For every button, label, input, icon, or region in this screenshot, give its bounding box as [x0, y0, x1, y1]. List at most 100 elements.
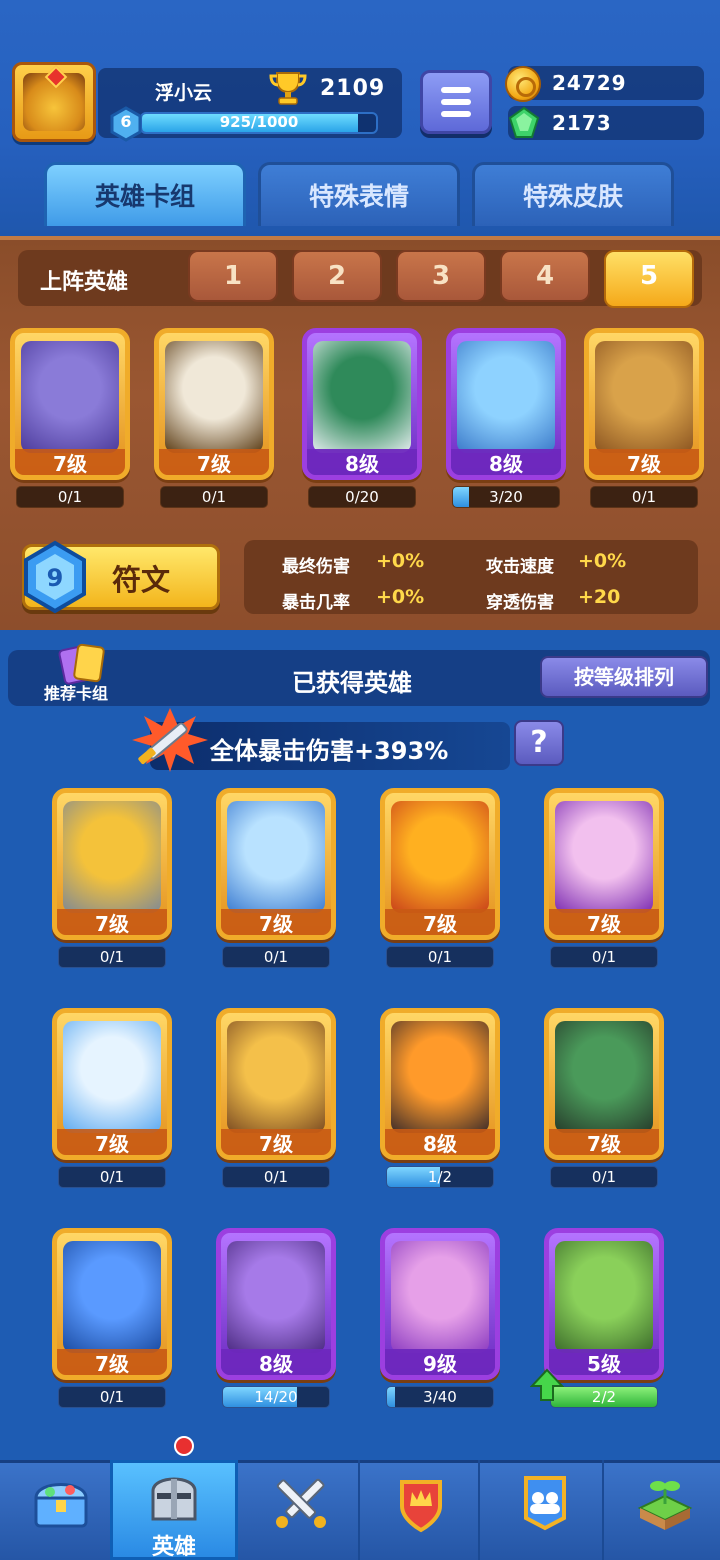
player-avatar[interactable]: [12, 62, 96, 142]
trophy-count: 2109: [320, 76, 386, 101]
hero-level: 7级: [57, 1349, 167, 1375]
hero-card[interactable]: 8级 3/20: [446, 328, 566, 508]
hero-card-frame: 5级: [544, 1228, 664, 1380]
hero-card-progress: 3/20: [452, 486, 560, 508]
player-level: 6: [120, 112, 132, 131]
stat-crit-chance-label: 暴击几率: [282, 593, 350, 613]
cowboy-hero-icon: [227, 1021, 325, 1133]
hero-card-progress-text: 0/1: [99, 948, 125, 966]
crown-shield-icon: [400, 1480, 442, 1533]
pumpkin-hero-icon: [391, 801, 489, 913]
hero-card[interactable]: 8级 1/2: [380, 1008, 500, 1188]
lineup-slot-1[interactable]: 1: [188, 250, 278, 302]
hero-card[interactable]: 9级 3/40: [380, 1228, 500, 1408]
collection-title: 已获得英雄: [292, 669, 412, 697]
hero-card-frame: 7级: [544, 788, 664, 940]
guild-banner-icon: [524, 1476, 566, 1531]
hero-card[interactable]: 7级 0/1: [52, 1228, 172, 1408]
hero-card-frame: 7级: [52, 1008, 172, 1160]
nav-battle[interactable]: [240, 1460, 360, 1560]
lineup-slot-5[interactable]: 5: [604, 250, 694, 308]
nav-heroes[interactable]: 英雄: [110, 1460, 238, 1560]
svg-text:9: 9: [47, 564, 64, 592]
hero-level: 7级: [57, 909, 167, 935]
coin-count: 24729: [552, 71, 627, 95]
avatar-portrait: [23, 73, 85, 131]
nav-garden[interactable]: [604, 1460, 720, 1560]
hero-card[interactable]: 7级 0/1: [544, 788, 664, 968]
hero-card-frame: 7级: [380, 788, 500, 940]
hero-card-progress: 3/40: [386, 1386, 494, 1408]
menu-icon: [441, 87, 471, 93]
trophy-icon: [269, 72, 307, 105]
hero-card-progress: 0/1: [58, 1386, 166, 1408]
nav-guild[interactable]: [484, 1460, 604, 1560]
hero-card[interactable]: 7级 0/1: [154, 328, 274, 508]
hero-card-frame: 8级: [446, 328, 566, 480]
ice-warrior-hero-icon: [457, 341, 555, 453]
hero-card-progress: 0/1: [16, 486, 124, 508]
hero-card-progress: 2/2: [550, 1386, 658, 1408]
hero-card-progress-text: 0/1: [57, 488, 83, 506]
lineup-label: 上阵英雄: [40, 270, 129, 295]
tab-hero-deck[interactable]: 英雄卡组: [44, 162, 246, 226]
hero-level: 7级: [57, 1129, 167, 1155]
lineup-slot-3[interactable]: 3: [396, 250, 486, 302]
octopus-pirate-hero-icon: [21, 341, 119, 453]
hero-level: 9级: [385, 1349, 495, 1375]
hero-card[interactable]: 8级 14/20: [216, 1228, 336, 1408]
hero-card-progress-text: 0/20: [345, 488, 379, 506]
tab-special-skins[interactable]: 特殊皮肤: [472, 162, 674, 226]
gem-count: 2173: [552, 111, 612, 135]
hero-card-progress-text: 0/1: [427, 948, 453, 966]
stat-final-damage-label: 最终伤害: [282, 557, 350, 577]
help-button[interactable]: ?: [514, 720, 564, 766]
lineup-slot-4[interactable]: 4: [500, 250, 590, 302]
hero-card[interactable]: 7级 0/1: [216, 1008, 336, 1188]
hero-card-progress-text: 3/40: [423, 1388, 457, 1406]
hero-card[interactable]: 5级 2/2: [530, 1228, 664, 1408]
hero-card-progress-text: 2/2: [591, 1388, 617, 1406]
hero-card[interactable]: 8级 0/20: [302, 328, 422, 508]
lineup-slot-2[interactable]: 2: [292, 250, 382, 302]
sort-by-level-button[interactable]: 按等级排列: [540, 656, 708, 698]
hero-card[interactable]: 7级 0/1: [380, 788, 500, 968]
hero-level: 7级: [221, 909, 331, 935]
hero-card-progress-text: 1/2: [427, 1168, 453, 1186]
hero-card-progress: 0/1: [222, 946, 330, 968]
hooded-mage-hero-icon: [165, 341, 263, 453]
hero-card-progress: 0/1: [58, 946, 166, 968]
hero-card-progress-text: 0/1: [591, 948, 617, 966]
hero-card-progress: 0/20: [308, 486, 416, 508]
nav-ranking[interactable]: [360, 1460, 480, 1560]
notification-dot: [174, 1436, 194, 1456]
hero-level: 7级: [549, 909, 659, 935]
upgrade-arrow-icon: [530, 1368, 564, 1401]
hero-card[interactable]: 7级 0/1: [584, 328, 704, 508]
tab-special-emotes[interactable]: 特殊表情: [258, 162, 460, 226]
hero-card[interactable]: 7级 0/1: [52, 1008, 172, 1188]
hero-level: 7级: [15, 449, 125, 475]
coin-icon: [505, 66, 541, 102]
hero-level: 7级: [221, 1129, 331, 1155]
hero-card[interactable]: 7级 0/1: [52, 788, 172, 968]
skull-gangster-hero-icon: [313, 341, 411, 453]
hero-card[interactable]: 7级 0/1: [10, 328, 130, 508]
lava-golem-hero-icon: [391, 1021, 489, 1133]
menu-button[interactable]: [420, 70, 492, 134]
hero-card[interactable]: 7级 0/1: [544, 1008, 664, 1188]
recommended-deck-label[interactable]: 推荐卡组: [44, 680, 108, 704]
hero-level: 5级: [549, 1349, 659, 1375]
skull-reaper-hero-icon: [555, 801, 653, 913]
sprout-island-icon: [637, 1481, 693, 1530]
hero-card-progress: 0/1: [160, 486, 268, 508]
hero-level: 8级: [221, 1349, 331, 1375]
crossed-swords-icon: [276, 1478, 326, 1528]
knight-helmet-hero-icon: [63, 801, 161, 913]
nav-shop[interactable]: [0, 1460, 120, 1560]
sorceress-hero-icon: [391, 1241, 489, 1353]
hero-card[interactable]: 7级 0/1: [216, 788, 336, 968]
hero-level: 8级: [385, 1129, 495, 1155]
hero-card-progress-text: 0/1: [263, 948, 289, 966]
hero-card-progress-text: 0/1: [201, 488, 227, 506]
